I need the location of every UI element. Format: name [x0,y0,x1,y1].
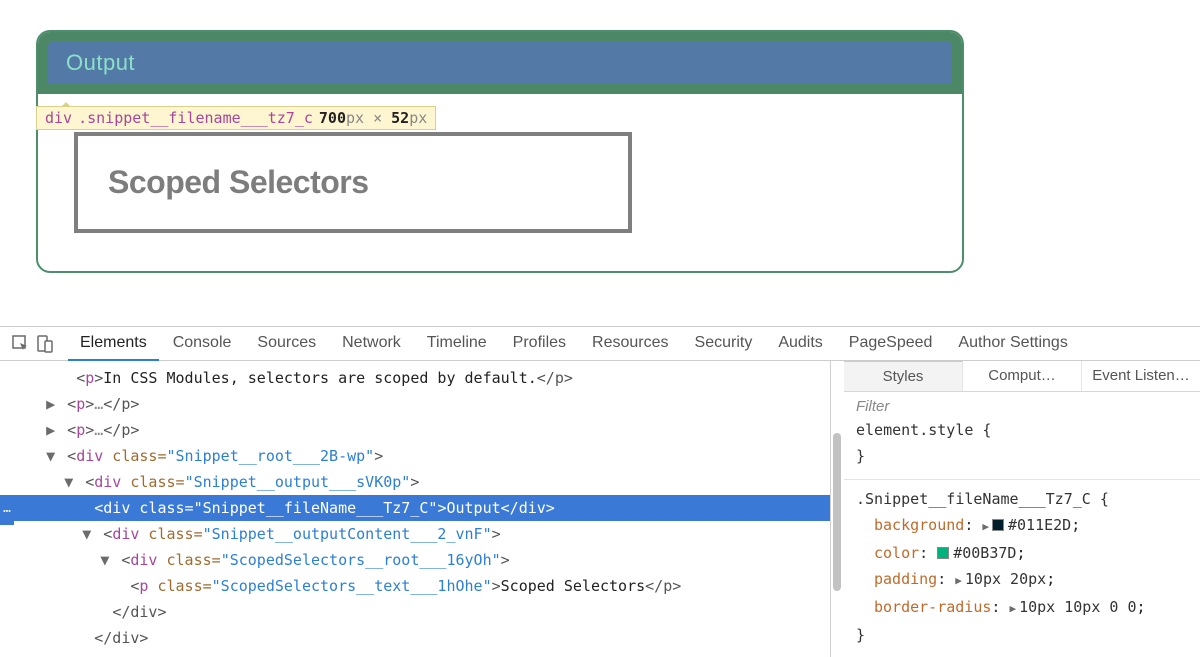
pane-divider[interactable] [830,361,844,657]
snippet-header: Output [38,32,962,94]
tab-console[interactable]: Console [161,327,244,361]
styles-tab-event-listeners[interactable]: Event Listen… [1082,361,1200,391]
styles-filter-input[interactable]: Filter [844,392,1200,417]
preview-area: Output Scoped Selectors div .snippet__fil… [0,0,1200,273]
styles-pane: Styles Comput… Event Listen… Filter elem… [844,361,1200,657]
scoped-selectors-box: Scoped Selectors [74,132,632,233]
styles-tabs: Styles Comput… Event Listen… [844,361,1200,392]
tooltip-times: × [373,109,382,127]
tab-sources[interactable]: Sources [245,327,328,361]
styles-tab-computed[interactable]: Comput… [963,361,1082,391]
snippet-output-tab[interactable]: Output [48,42,952,84]
devtools-toolbar: Elements Console Sources Network Timelin… [0,327,1200,361]
scrollbar-thumb[interactable] [833,433,841,591]
tab-pagespeed[interactable]: PageSpeed [837,327,945,361]
tooltip-width-unit: px [346,109,364,127]
dom-line[interactable]: </div> [0,599,830,625]
devtools-panel: Elements Console Sources Network Timelin… [0,326,1200,657]
dom-line[interactable]: ▼ <div class="ScopedSelectors__root___16… [0,547,830,573]
dom-line[interactable]: ▶ <p>…</p> [0,391,830,417]
styles-rule-filename[interactable]: .Snippet__fileName___Tz7_C { background:… [844,486,1200,654]
tab-network[interactable]: Network [330,327,413,361]
dom-line-selected[interactable]: <div class="Snippet__fileName___Tz7_C">O… [0,495,830,521]
tab-author-settings[interactable]: Author Settings [946,327,1079,361]
element-inspect-tooltip: div.snippet__filename___tz7_c 700px × 52… [36,106,436,130]
tooltip-height-unit: px [409,109,427,127]
tab-elements[interactable]: Elements [68,327,159,361]
tooltip-tag: div [45,109,72,127]
dom-line[interactable]: ▼ <div class="Snippet__output___sVK0p"> [0,469,830,495]
dom-line[interactable]: <p>In CSS Modules, selectors are scoped … [0,365,830,391]
tab-resources[interactable]: Resources [580,327,680,361]
dom-line[interactable]: </div> [0,625,830,651]
scoped-selectors-text: Scoped Selectors [108,164,598,201]
dom-line[interactable]: ▼ <div class="Snippet__outputContent___2… [0,521,830,547]
devtools-body: ⋯ <p>In CSS Modules, selectors are scope… [0,361,1200,657]
device-toolbar-icon[interactable] [34,333,56,355]
tab-audits[interactable]: Audits [766,327,834,361]
dom-line[interactable]: ▶ <p>…</p> [0,417,830,443]
tooltip-class: .snippet__filename___tz7_c [78,109,313,127]
styles-rule-element-style[interactable]: element.style { } [844,417,1200,475]
dom-line[interactable]: <p class="ScopedSelectors__text___1hOhe"… [0,573,830,599]
tooltip-height: 52 [391,109,409,127]
tab-timeline[interactable]: Timeline [415,327,499,361]
dom-line[interactable]: ▼ <div class="Snippet__root___2B-wp"> [0,443,830,469]
dom-tree-pane[interactable]: ⋯ <p>In CSS Modules, selectors are scope… [0,361,830,657]
inspect-element-icon[interactable] [10,333,32,355]
tooltip-width: 700 [319,109,346,127]
tab-profiles[interactable]: Profiles [501,327,578,361]
snippet-card: Output Scoped Selectors [36,30,964,273]
overflow-indicator-icon[interactable]: ⋯ [0,499,14,525]
tab-security[interactable]: Security [683,327,765,361]
styles-tab-styles[interactable]: Styles [844,360,963,391]
